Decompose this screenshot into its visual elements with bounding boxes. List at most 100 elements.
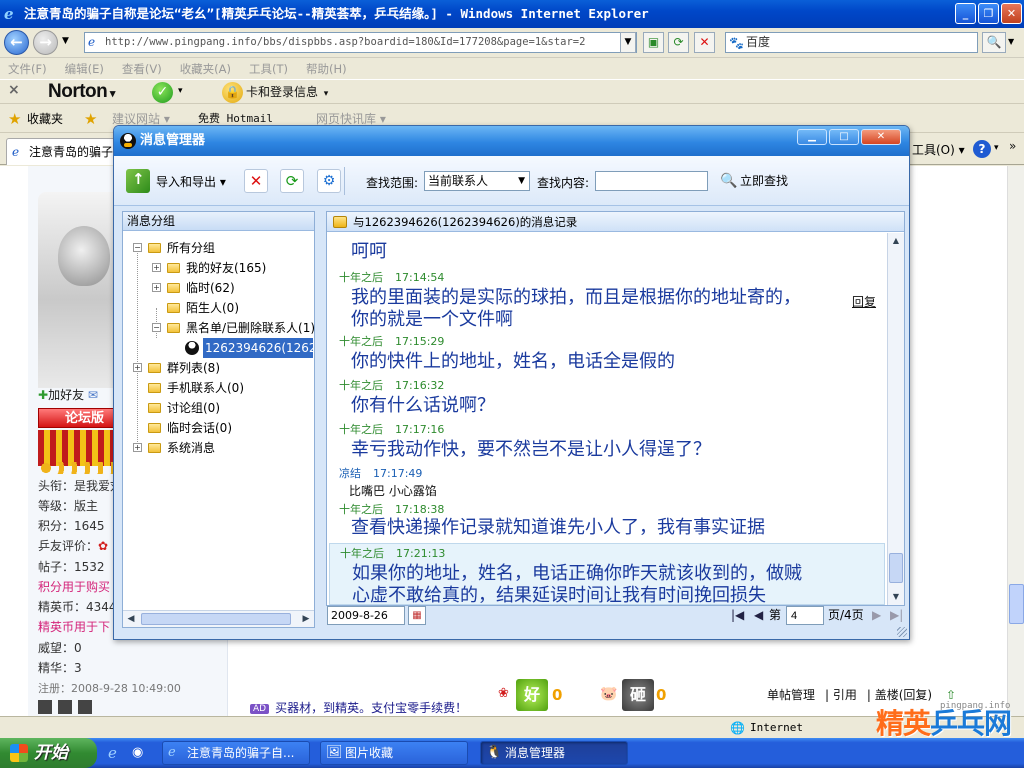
tree-node-mobile[interactable]: 手机联系人(0)	[123, 378, 313, 398]
favorites-label[interactable]: 收藏夹	[27, 105, 63, 133]
add-favorite-icon[interactable]: ★	[84, 105, 97, 133]
dialog-close-button[interactable]: ✕	[861, 129, 901, 145]
find-now-button[interactable]: 🔍 立即查找	[720, 168, 788, 194]
tree-horizontal-scrollbar[interactable]: ◀ ▶	[123, 610, 314, 627]
favorites-star-icon[interactable]: ★	[8, 105, 21, 133]
first-page-icon[interactable]: |◀	[731, 606, 744, 625]
minimize-button[interactable]: _	[955, 3, 976, 24]
prev-page-icon[interactable]: ◀	[754, 606, 763, 625]
scroll-right-icon[interactable]: ▶	[299, 612, 313, 626]
tree-node-all-groups[interactable]: − 所有分组	[123, 238, 313, 258]
menu-favorites[interactable]: 收藏夹(A)	[180, 59, 231, 79]
collapse-icon[interactable]: −	[133, 243, 142, 252]
refresh-records-icon[interactable]: ⟳	[280, 169, 304, 193]
quicklaunch-qq-icon[interactable]: ◉	[132, 744, 150, 762]
reply-link[interactable]: 回复	[852, 293, 876, 310]
top-arrow-icon[interactable]: ⇧	[946, 688, 956, 702]
tree-node-temporary[interactable]: + 临时(62)	[123, 278, 313, 298]
quicklaunch-ie-icon[interactable]: e	[108, 744, 126, 762]
help-icon[interactable]: ?	[973, 140, 991, 158]
tree-node-my-friends[interactable]: + 我的好友(165)	[123, 258, 313, 278]
lock-icon[interactable]: 🔒	[222, 82, 243, 103]
export-icon[interactable]	[126, 169, 150, 193]
bad-vote-button[interactable]: 砸	[622, 679, 654, 711]
manage-post-link[interactable]: 单帖管理	[767, 688, 815, 702]
mail-icon[interactable]: ✉	[88, 388, 98, 402]
search-content-input[interactable]	[595, 171, 708, 191]
search-content-label: 查找内容:	[537, 176, 590, 190]
profile-points-note[interactable]: 积分用于购买	[38, 578, 110, 595]
tools-menu-button[interactable]: 工具(O) ▾	[912, 141, 965, 158]
profile-coins-note[interactable]: 精英币用于下	[38, 618, 110, 635]
resize-grip-icon[interactable]	[897, 627, 907, 637]
menu-view[interactable]: 查看(V)	[122, 59, 162, 79]
tree-node-groups[interactable]: + 群列表(8)	[123, 358, 313, 378]
tree-node-contact[interactable]: 1262394626(1262394626)	[123, 338, 313, 358]
tree-node-system[interactable]: + 系统消息	[123, 438, 313, 458]
tree-node-discussion[interactable]: 讨论组(0)	[123, 398, 313, 418]
tab-forum-post[interactable]: e 注意青岛的骗子	[6, 138, 121, 165]
message-scroll-thumb[interactable]	[889, 553, 903, 583]
compat-view-icon[interactable]: ▣	[643, 32, 664, 53]
menu-help[interactable]: 帮助(H)	[306, 59, 347, 79]
chevron-more-icon[interactable]: »	[1009, 139, 1016, 153]
page-scrollbar[interactable]	[1007, 166, 1024, 716]
task-ie-window[interactable]: e 注意青岛的骗子自...	[162, 741, 310, 765]
add-friend-link[interactable]: ✚加好友 ✉	[38, 386, 98, 403]
page-scroll-thumb[interactable]	[1009, 584, 1024, 624]
close-button[interactable]: ✕	[1001, 3, 1022, 24]
tree-scroll-thumb[interactable]	[141, 613, 291, 625]
expand-icon[interactable]: +	[133, 363, 142, 372]
norton-login-menu[interactable]: 卡和登录信息 ▾	[246, 80, 328, 106]
stop-icon[interactable]: ✕	[694, 32, 715, 53]
history-dropdown-icon[interactable]: ▼	[62, 36, 69, 46]
import-export-button[interactable]: 导入和导出 ▾	[156, 173, 226, 190]
good-vote-button[interactable]: 好	[516, 679, 548, 711]
safe-check-icon[interactable]: ✓	[152, 82, 173, 103]
expand-icon[interactable]: +	[152, 263, 161, 272]
collapse-icon[interactable]: −	[152, 323, 161, 332]
forward-icon[interactable]: →	[33, 30, 58, 55]
back-icon[interactable]: ←	[4, 30, 29, 55]
last-page-icon[interactable]: ▶|	[890, 606, 903, 625]
task-message-manager[interactable]: 🐧 消息管理器	[480, 741, 628, 765]
expand-icon[interactable]: +	[133, 443, 142, 452]
reply-post-link[interactable]: 盖楼(回复)	[875, 688, 932, 702]
menu-edit[interactable]: 编辑(E)	[65, 59, 104, 79]
quote-link[interactable]: 引用	[833, 688, 857, 702]
menu-file[interactable]: 文件(F)	[8, 59, 47, 79]
search-scope-select[interactable]: 当前联系人 ▼	[424, 171, 530, 191]
menu-tools[interactable]: 工具(T)	[249, 59, 288, 79]
url-dropdown-icon[interactable]: ▼	[620, 32, 636, 53]
ad-link[interactable]: AD 买器材，到精英。支付宝零手续费！	[250, 699, 467, 716]
tree-node-strangers[interactable]: 陌生人(0)	[123, 298, 313, 318]
search-options-icon[interactable]: ▼	[1008, 37, 1014, 46]
check-dropdown-icon[interactable]: ▾	[178, 86, 183, 96]
delete-icon[interactable]: ✕	[244, 169, 268, 193]
page-number-input[interactable]	[786, 606, 824, 625]
search-field[interactable]: 🐾 百度	[725, 32, 978, 53]
scroll-up-icon[interactable]: ▲	[889, 234, 903, 248]
scroll-down-icon[interactable]: ▼	[889, 590, 903, 604]
profile-action-icons[interactable]	[38, 700, 98, 714]
expand-icon[interactable]: +	[152, 283, 161, 292]
tree-node-blacklist[interactable]: − 黑名单/已删除联系人(1)	[123, 318, 315, 338]
next-page-icon[interactable]: ▶	[872, 606, 881, 625]
close-toolbar-icon[interactable]: ×	[8, 82, 20, 98]
restore-button[interactable]: ❐	[978, 3, 999, 24]
task-image-collection[interactable]: 🖼 图片收藏	[320, 741, 468, 765]
search-icon[interactable]: 🔍	[982, 32, 1006, 53]
date-field[interactable]: 2009-8-26	[327, 606, 405, 625]
norton-logo[interactable]: Norton ▾	[48, 80, 115, 106]
url-field[interactable]: e http://www.pingpang.info/bbs/dispbbs.a…	[84, 32, 637, 53]
calendar-icon[interactable]: ▦	[408, 606, 426, 625]
refresh-icon[interactable]: ⟳	[668, 32, 689, 53]
message-vertical-scrollbar[interactable]: ▲ ▼	[887, 233, 904, 605]
dialog-minimize-button[interactable]: ▁	[797, 129, 827, 145]
tree-node-temp-session[interactable]: 临时会话(0)	[123, 418, 313, 438]
tool-icon[interactable]: ⚙	[317, 169, 341, 193]
dialog-maximize-button[interactable]: □	[829, 129, 859, 145]
scroll-left-icon[interactable]: ◀	[124, 612, 138, 626]
start-button[interactable]: 开始	[0, 738, 97, 768]
help-dropdown-icon[interactable]: ▾	[994, 143, 999, 153]
